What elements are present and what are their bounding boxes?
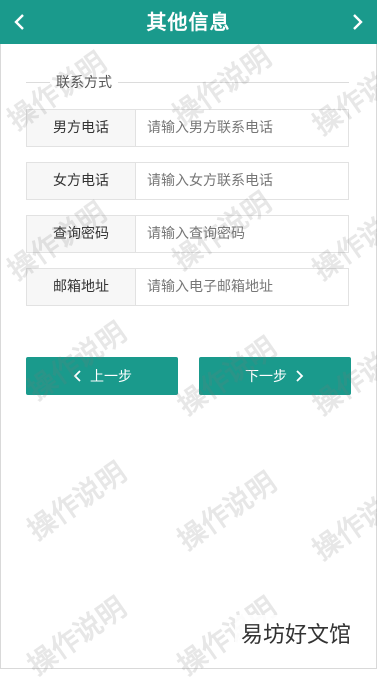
app-frame [0,0,377,669]
chevron-left-icon [73,370,81,382]
email-label: 邮箱地址 [27,269,136,305]
next-step-label: 下一步 [245,369,287,385]
male-phone-label: 男方电话 [27,110,136,146]
forward-button[interactable] [337,0,377,44]
query-password-label: 查询密码 [27,216,136,252]
form-row-female-phone: 女方电话 [26,162,349,200]
query-password-input[interactable] [136,216,348,252]
next-step-button[interactable]: 下一步 [199,357,351,395]
form-row-male-phone: 男方电话 [26,109,349,147]
prev-step-label: 上一步 [90,369,132,385]
section-legend: 联系方式 [50,72,118,92]
source-watermark: 易坊好文馆 [234,615,357,651]
form-row-query-password: 查询密码 [26,215,349,253]
chevron-right-icon [353,14,363,30]
page-title: 其他信息 [146,10,231,34]
female-phone-label: 女方电话 [27,163,136,199]
female-phone-input[interactable] [136,163,348,199]
prev-step-button[interactable]: 上一步 [26,357,178,395]
top-nav-bar: 其他信息 [0,0,377,44]
chevron-right-icon [296,370,304,382]
email-input[interactable] [136,269,348,305]
male-phone-input[interactable] [136,110,348,146]
form-row-email: 邮箱地址 [26,268,349,306]
